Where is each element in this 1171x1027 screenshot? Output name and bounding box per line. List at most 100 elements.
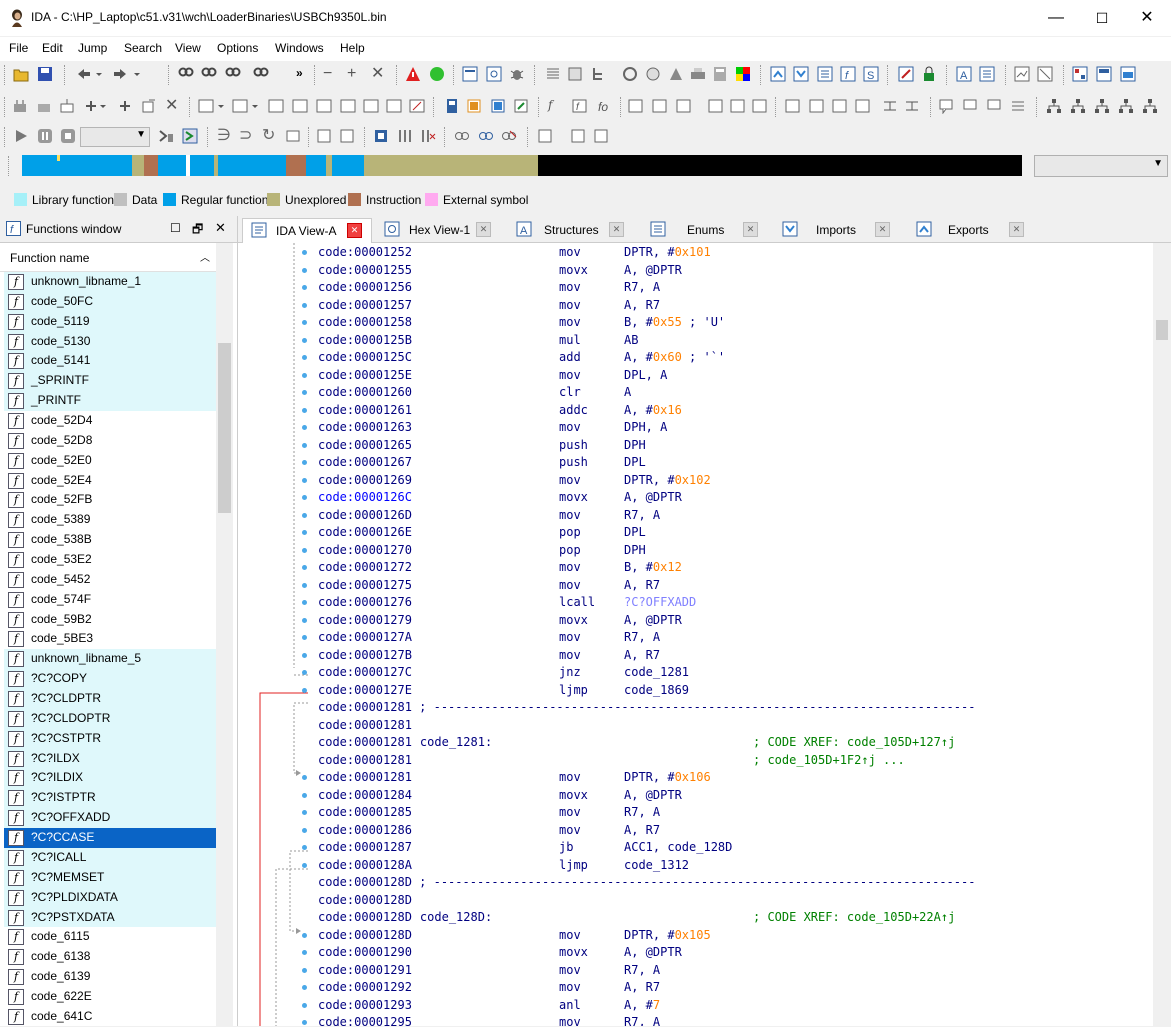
minimize-button[interactable]: — <box>1044 6 1068 30</box>
instruction-trace-icon[interactable] <box>570 128 586 144</box>
disasm-line[interactable]: code:00001284 movx A, @DPTR <box>318 787 682 805</box>
op-segment-icon[interactable] <box>730 98 746 114</box>
tab-hex-view-1[interactable]: Hex View-1 ✕ <box>378 218 496 242</box>
function-list-item[interactable]: f ?C?OFFXADD <box>4 808 216 829</box>
make-code-icon[interactable] <box>12 98 28 114</box>
tracing-icon[interactable] <box>537 128 553 144</box>
function-list-item[interactable]: f ?C?ILDX <box>4 748 216 769</box>
disasm-line[interactable]: code:00001256 mov R7, A <box>318 279 660 297</box>
disasm-line[interactable]: code:00001269 mov DPTR, #0x102 <box>318 472 711 490</box>
tab-exports[interactable]: Exports ✕ <box>912 218 1032 242</box>
make-array-icon[interactable] <box>59 98 75 114</box>
tab-close-icon[interactable]: ✕ <box>347 223 362 238</box>
lock-icon[interactable] <box>921 66 937 82</box>
layout-reset-icon[interactable] <box>1120 66 1136 82</box>
debugger-bug-icon[interactable] <box>509 66 525 82</box>
pause-icon[interactable] <box>37 128 53 144</box>
warning-icon[interactable] <box>405 66 421 82</box>
comment-anterior-icon[interactable] <box>986 98 1002 114</box>
string-type-icon[interactable] <box>340 98 356 114</box>
graph-overview-icon[interactable] <box>1014 66 1030 82</box>
op-negate-icon[interactable] <box>855 98 871 114</box>
disasm-line[interactable]: code:0000128D ; ------------------------… <box>318 874 975 892</box>
function-list-item[interactable]: f code_6138 <box>4 947 216 967</box>
disasm-line[interactable]: code:00001276 lcall ?C?OFFXADD <box>318 594 696 612</box>
layout-save-icon[interactable] <box>1096 66 1112 82</box>
list-view-icon[interactable] <box>545 66 561 82</box>
patch-icon[interactable] <box>668 66 684 82</box>
make-data-icon[interactable] <box>36 98 52 114</box>
function-name-column-header[interactable]: Function name ︿ <box>0 243 216 272</box>
graph-flow-icon[interactable] <box>1142 98 1158 114</box>
signatures-icon[interactable] <box>513 98 529 114</box>
search-immediate-icon[interactable] <box>225 66 241 82</box>
op-char-icon[interactable] <box>708 98 724 114</box>
disasm-line[interactable]: code:0000128D mov DPTR, #0x105 <box>318 927 711 945</box>
disasm-line[interactable]: code:00001291 mov R7, A <box>318 962 660 980</box>
open-functions-icon[interactable]: f <box>840 66 856 82</box>
function-list-item[interactable]: f ?C?ILDIX <box>4 768 216 789</box>
xrefs-from-icon[interactable] <box>292 98 308 114</box>
function-list-item[interactable]: f code_5452 <box>4 570 216 590</box>
disasm-line[interactable]: code:0000128D code_128D:; CODE XREF: code… <box>318 909 955 927</box>
calculator-icon[interactable] <box>712 66 728 82</box>
tab-imports[interactable]: Imports ✕ <box>778 218 898 242</box>
disasm-line[interactable]: code:00001279 movx A, @DPTR <box>318 612 682 630</box>
undefine-icon[interactable]: ✕ <box>165 98 181 114</box>
proximity-view-icon[interactable] <box>1037 66 1053 82</box>
menu-options[interactable]: Options <box>217 41 258 55</box>
graph-xrefs-icon[interactable] <box>1070 98 1086 114</box>
function-list-item[interactable]: f code_52E0 <box>4 451 216 471</box>
function-trace-icon[interactable] <box>593 128 609 144</box>
op-decimal-icon[interactable] <box>676 98 692 114</box>
function-list-item[interactable]: f ?C?PLDIXDATA <box>4 887 216 908</box>
strings-icon[interactable] <box>567 66 583 82</box>
function-list-item[interactable]: f code_52D8 <box>4 431 216 451</box>
disasm-line[interactable]: code:0000125E mov DPL, A <box>318 367 667 385</box>
menu-edit[interactable]: Edit <box>42 41 63 55</box>
graph-nodes-icon[interactable] <box>1046 98 1062 114</box>
function-list-item[interactable]: f _SPRINTF <box>4 371 216 392</box>
function-list-item[interactable]: f ?C?CSTPTR <box>4 728 216 749</box>
search-text-icon[interactable] <box>178 66 194 82</box>
disasm-line[interactable]: code:0000127A mov R7, A <box>318 629 660 647</box>
function-list-item[interactable]: f code_5141 <box>4 351 216 372</box>
open-segments-icon[interactable]: S <box>863 66 879 82</box>
operand-symbol[interactable]: ?C?OFFXADD <box>624 595 696 609</box>
function-list-item[interactable]: f ?C?ISTPTR <box>4 788 216 809</box>
disasm-line[interactable]: code:00001272 mov B, #0x12 <box>318 559 682 577</box>
function-end-icon[interactable]: fo <box>596 98 612 114</box>
hex-window-icon[interactable] <box>486 66 502 82</box>
color-palette-icon[interactable] <box>735 66 751 82</box>
disasm-line[interactable]: code:0000126D mov R7, A <box>318 507 660 525</box>
add-breakpoint-icon[interactable] <box>397 128 413 144</box>
edit-pen-icon[interactable] <box>898 66 914 82</box>
function-list-item[interactable]: f code_6115 <box>4 927 216 947</box>
float-pane-icon[interactable]: 🗗 <box>192 220 203 241</box>
function-list-item[interactable]: f code_59B2 <box>4 610 216 630</box>
run-to-cursor-icon[interactable]: ↻ <box>262 128 278 144</box>
function-list-item[interactable]: f ?C?CLDOPTR <box>4 708 216 729</box>
function-list-item[interactable]: f code_5BE3 <box>4 629 216 649</box>
disasm-line[interactable]: code:00001285 mov R7, A <box>318 804 660 822</box>
op-offset-icon[interactable] <box>752 98 768 114</box>
disasm-line[interactable]: code:00001257 mov A, R7 <box>318 297 660 315</box>
disasm-line[interactable]: code:0000126C movx A, @DPTR <box>318 489 682 507</box>
edit-func-icon[interactable] <box>409 98 425 114</box>
back-icon[interactable] <box>76 66 104 82</box>
xrefs-to-icon[interactable] <box>268 98 284 114</box>
function-list-item[interactable]: f code_574F <box>4 590 216 610</box>
menu-jump[interactable]: Jump <box>78 41 107 55</box>
run-until-return-icon[interactable] <box>285 128 301 144</box>
function-list-item[interactable]: f code_53E2 <box>4 550 216 570</box>
type-library-icon[interactable] <box>490 98 506 114</box>
op-number-icon[interactable] <box>904 98 920 114</box>
tab-close-icon[interactable]: ✕ <box>1009 222 1024 237</box>
function-list-item[interactable]: f code_52FB <box>4 490 216 510</box>
restore-pane-icon[interactable]: ☐ <box>170 221 181 235</box>
save-icon[interactable] <box>37 66 53 82</box>
function-list-item[interactable]: f code_5119 <box>4 311 216 332</box>
disasm-line[interactable]: code:0000126E pop DPL <box>318 524 646 542</box>
disasm-line[interactable]: code:0000128A ljmp code_1312 <box>318 857 689 875</box>
disasm-line[interactable]: code:0000125C add A, #0x60 ; '`' <box>318 349 725 367</box>
